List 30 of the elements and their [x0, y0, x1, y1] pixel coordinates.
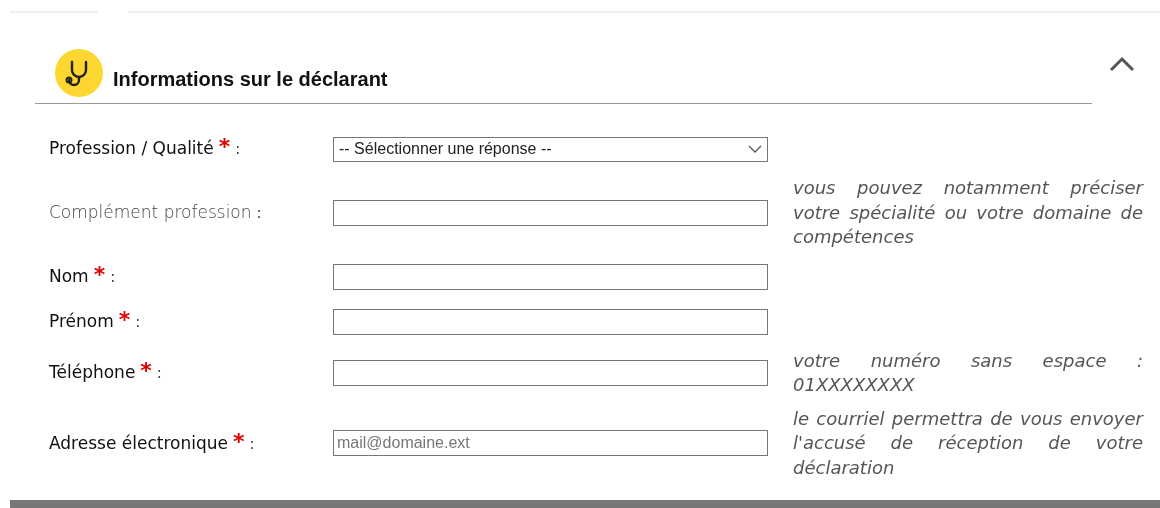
- stethoscope-icon: [55, 49, 103, 97]
- input-field[interactable]: [333, 360, 768, 386]
- field-label: Nom: [49, 264, 89, 288]
- required-asterisk: *: [93, 263, 106, 286]
- select-field[interactable]: -- Sélectionner une réponse --: [333, 136, 768, 162]
- input-field[interactable]: [333, 263, 768, 290]
- input-field[interactable]: [333, 308, 768, 335]
- colon: :: [249, 433, 255, 455]
- chevron-icon: [1109, 56, 1135, 72]
- field-label: Adresse électronique: [49, 431, 228, 455]
- colon: :: [256, 203, 262, 224]
- required-asterisk: *: [218, 136, 231, 159]
- required-asterisk: *: [118, 308, 131, 331]
- field-label: Complément profession: [49, 201, 252, 224]
- colon: :: [156, 363, 162, 385]
- chevron-down-icon: [748, 145, 762, 153]
- colon: :: [235, 139, 241, 161]
- colon: :: [135, 311, 141, 333]
- required-asterisk: *: [140, 360, 152, 383]
- field-hint: votre numéro sans espace : 01XXXXXXXX: [793, 348, 1143, 397]
- required-asterisk: *: [232, 430, 245, 453]
- field-label: Téléphone: [49, 361, 136, 385]
- input-field[interactable]: mail@domaine.ext: [333, 430, 768, 457]
- field-label: Prénom: [49, 309, 114, 333]
- field-label: Profession / Qualité: [49, 137, 214, 161]
- colon: :: [110, 266, 116, 288]
- section-title: Informations sur le déclarant: [113, 67, 388, 92]
- field-hint: le courriel permettra de vous envoyer l'accusé de réception de votre déclaration: [793, 406, 1143, 480]
- input-field[interactable]: [333, 199, 768, 226]
- field-hint: vous pouvez notamment préciser votre spécialité ou votre domaine de compétences: [793, 176, 1143, 249]
